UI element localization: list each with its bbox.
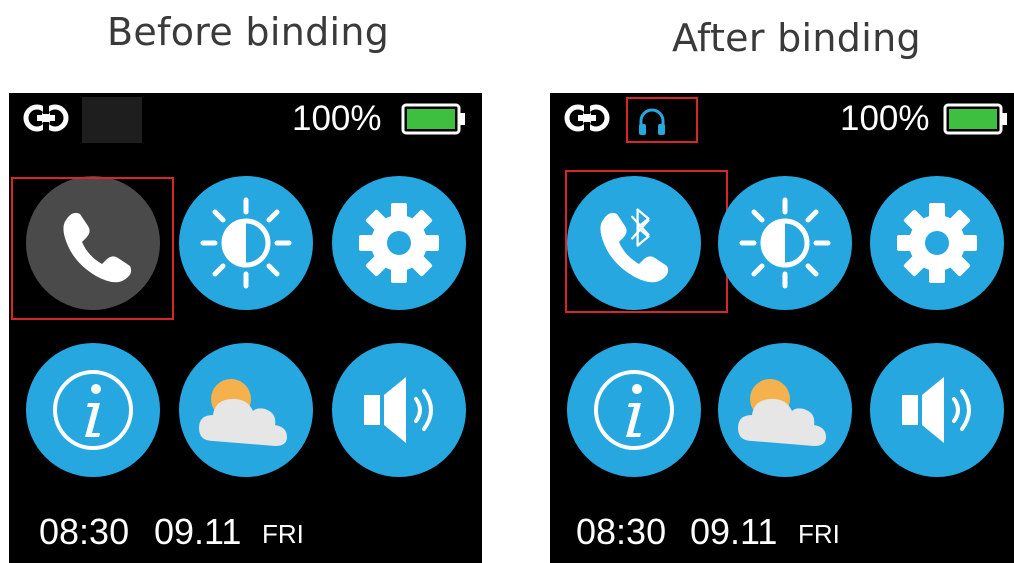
settings-gear-icon xyxy=(359,203,439,283)
clock-date: 09.11 xyxy=(154,511,242,552)
brightness-app-button[interactable] xyxy=(179,176,313,310)
headset-slot-highlight xyxy=(626,97,698,143)
watch-screen-before: 100% 08:30 09.11 FRI xyxy=(9,93,482,563)
info-app-button[interactable] xyxy=(567,343,701,477)
info-icon xyxy=(594,370,674,450)
weather-icon xyxy=(199,379,287,446)
volume-app-button[interactable] xyxy=(332,343,466,477)
info-app-button[interactable] xyxy=(26,343,160,477)
brightness-icon xyxy=(739,197,831,289)
link-icon xyxy=(564,104,610,132)
clock-time: 08:30 xyxy=(576,511,667,552)
volume-icon xyxy=(902,377,971,443)
battery-percent: 100% xyxy=(292,99,382,138)
weather-icon xyxy=(738,379,826,446)
clock-day: FRI xyxy=(262,519,304,549)
settings-app-button[interactable] xyxy=(870,176,1004,310)
info-icon xyxy=(53,370,133,450)
before-binding-title: Before binding xyxy=(107,10,390,54)
weather-app-button[interactable] xyxy=(179,343,313,477)
headset-icon xyxy=(639,108,665,135)
brightness-icon xyxy=(200,197,292,289)
weather-app-button[interactable] xyxy=(718,343,852,477)
battery-icon xyxy=(401,103,465,135)
phone-app-highlight xyxy=(11,177,174,320)
watch-screen-after: 100% 08:30 09.11 FRI xyxy=(550,93,1014,563)
clock-time: 08:30 xyxy=(39,511,130,552)
brightness-app-button[interactable] xyxy=(718,176,852,310)
volume-app-button[interactable] xyxy=(870,343,1004,477)
after-binding-title: After binding xyxy=(672,16,921,60)
clock-date: 09.11 xyxy=(690,511,778,552)
battery-icon xyxy=(943,103,1007,135)
clock-day: FRI xyxy=(798,519,840,549)
settings-app-button[interactable] xyxy=(332,176,466,310)
volume-icon xyxy=(364,377,433,443)
link-icon xyxy=(23,104,69,132)
settings-gear-icon xyxy=(897,203,977,283)
bluetooth-call-highlight xyxy=(565,170,728,313)
battery-percent: 100% xyxy=(840,99,930,138)
headset-slot-empty xyxy=(82,97,142,143)
